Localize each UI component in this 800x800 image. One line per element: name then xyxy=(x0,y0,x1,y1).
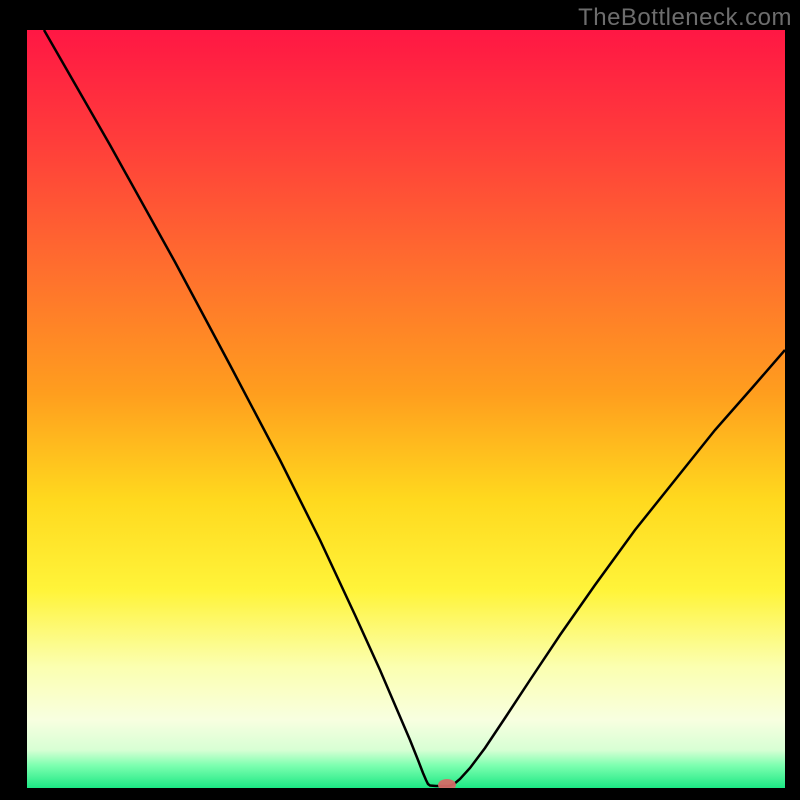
bottleneck-chart xyxy=(0,0,800,800)
plot-gradient-area xyxy=(27,30,785,788)
optimal-point-marker xyxy=(438,779,456,791)
chart-container: TheBottleneck.com xyxy=(0,0,800,800)
watermark-label: TheBottleneck.com xyxy=(578,4,792,32)
